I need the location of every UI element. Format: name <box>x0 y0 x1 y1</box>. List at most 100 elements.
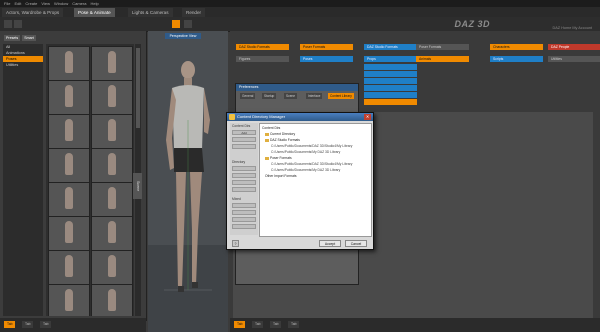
tool-button[interactable] <box>4 20 12 28</box>
active-tool-button[interactable] <box>172 20 180 28</box>
pose-thumbnail[interactable]: Female Pose 14 <box>91 284 133 316</box>
pose-thumbnail[interactable]: Female Pose 3 <box>48 114 90 152</box>
category-chip[interactable] <box>364 92 417 98</box>
room-tab[interactable]: Pose & Animate <box>74 8 115 17</box>
directory-action-button[interactable] <box>232 203 256 208</box>
category-chip[interactable]: DAZ Studio Formats <box>364 44 417 50</box>
preferences-tab[interactable]: Interface <box>306 93 323 99</box>
directory-tree-row[interactable]: Content Dirs <box>262 126 280 131</box>
pose-thumbnail[interactable]: Female Pose 7 <box>48 182 90 220</box>
pose-thumbnail[interactable]: Female Pose 1 <box>48 80 90 118</box>
camera-selector[interactable]: Perspective View <box>165 33 201 39</box>
account-links[interactable]: DAZ Home My Account <box>553 26 592 30</box>
preferences-tab[interactable]: Content Library <box>328 93 354 99</box>
directory-action-button[interactable] <box>232 187 256 192</box>
tool-button[interactable] <box>14 20 22 28</box>
category-tree[interactable]: All Animations Poses Utilities <box>3 44 43 316</box>
directory-action-button[interactable] <box>232 166 256 171</box>
pose-thumbnail[interactable]: Female Arms Up <box>48 46 90 84</box>
directory-tree-row[interactable]: Poser Formats <box>265 156 292 161</box>
menu-item[interactable]: Camera <box>72 0 86 7</box>
room-tab[interactable]: Actors, Wardrobe & Props <box>2 8 64 17</box>
category-chip[interactable] <box>364 99 417 105</box>
pose-thumbnails[interactable]: Female Arms UpFemale StandFemale Pose 1F… <box>46 44 134 316</box>
bottom-tab[interactable]: Tab <box>252 321 264 328</box>
preferences-tab[interactable]: Scene <box>284 93 298 99</box>
directory-action-button[interactable] <box>232 217 256 222</box>
pose-thumbnail[interactable]: Female Pose 11 <box>48 250 90 288</box>
pose-thumbnail[interactable]: Female Pose 6 <box>91 148 133 186</box>
directory-action-button[interactable] <box>232 224 256 229</box>
directory-action-button[interactable] <box>232 144 256 149</box>
pose-thumbnail[interactable]: Female Pose 13 <box>48 284 90 316</box>
dialog-titlebar[interactable]: Content Directory Manager ✕ <box>227 113 373 121</box>
room-tab[interactable]: Render <box>182 8 206 17</box>
menu-item[interactable]: Window <box>54 0 68 7</box>
scene-side-tab[interactable]: Scene <box>133 173 142 199</box>
directory-action-button[interactable] <box>232 210 256 215</box>
directory-action-button[interactable] <box>232 137 256 142</box>
toolbar: DAZ 3D DAZ Home My Account <box>0 17 600 32</box>
category-chip[interactable]: Poser Formats <box>416 44 469 50</box>
room-tab[interactable]: Lights & Cameras <box>128 8 173 17</box>
help-button[interactable]: ? <box>232 240 239 247</box>
pose-thumbnail[interactable]: Female Pose 9 <box>48 216 90 254</box>
directory-tree-row[interactable]: C:/Users/Public/Documents/DAZ 3D/Studio4… <box>271 162 352 167</box>
tool-button[interactable] <box>184 20 192 28</box>
pose-thumbnail[interactable]: Female Pose 5 <box>48 148 90 186</box>
section-label: Mixed <box>232 197 241 201</box>
directory-action-button[interactable] <box>232 180 256 185</box>
pose-thumbnail[interactable]: Female Stand <box>91 46 133 84</box>
3d-female-figure[interactable] <box>162 60 214 310</box>
menu-item[interactable]: View <box>41 0 50 7</box>
library-tab[interactable]: Smart <box>22 35 36 41</box>
library-tabs[interactable]: Presets Smart <box>4 35 64 41</box>
close-icon[interactable]: ✕ <box>364 114 371 120</box>
directory-tree-row[interactable]: C:/Users/Public/Documents/My DAZ 3D Libr… <box>271 150 340 155</box>
library-tab[interactable]: Presets <box>4 35 21 41</box>
bottom-tab[interactable]: Tab <box>40 321 52 328</box>
directory-action-button[interactable] <box>232 173 256 178</box>
category-chip[interactable]: Utilities <box>548 56 600 62</box>
pose-preview <box>108 51 116 73</box>
menu-item[interactable]: Create <box>25 0 37 7</box>
category-chip[interactable]: Animals <box>416 56 469 62</box>
category-chip[interactable]: Characters <box>490 44 543 50</box>
pose-thumbnail[interactable]: Female Pose 4 <box>91 114 133 152</box>
directory-action-button[interactable]: Add <box>232 130 256 135</box>
menu-item[interactable]: Edit <box>14 0 21 7</box>
category-chip[interactable]: Figures <box>236 56 289 62</box>
pose-thumbnail[interactable]: Female Pose 12 <box>91 250 133 288</box>
pose-thumbnail[interactable]: Female Pose 8 <box>91 182 133 220</box>
category-chip[interactable] <box>364 85 417 91</box>
pose-thumbnail[interactable]: Female Pose 10 <box>91 216 133 254</box>
category-chip[interactable]: Poser Formats <box>300 44 353 50</box>
tree-item[interactable]: Utilities <box>3 62 43 68</box>
bottom-tab[interactable]: Tab <box>4 321 16 328</box>
directory-tree-row[interactable]: Other Import Formats <box>265 174 297 179</box>
accept-button[interactable]: Accept <box>319 240 341 247</box>
menu-item[interactable]: File <box>4 0 10 7</box>
pose-thumbnail[interactable]: Female Pose 2 <box>91 80 133 118</box>
category-chip[interactable]: DAZ People <box>548 44 600 50</box>
category-chip[interactable] <box>364 71 417 77</box>
category-chip[interactable]: DAZ Studio Formats <box>236 44 289 50</box>
category-chip[interactable]: Poses <box>300 56 353 62</box>
category-chip[interactable] <box>364 64 417 70</box>
category-chip[interactable] <box>364 78 417 84</box>
bottom-tab[interactable]: Tab <box>288 321 300 328</box>
directory-tree-row[interactable]: C:/Users/Public/Documents/DAZ 3D/Studio4… <box>271 144 352 149</box>
bottom-tab[interactable]: Tab <box>234 321 246 328</box>
category-chip[interactable]: Scripts <box>490 56 543 62</box>
cancel-button[interactable]: Cancel <box>345 240 367 247</box>
directory-tree-row[interactable]: C:/Users/Public/Documents/My DAZ 3D Libr… <box>271 168 340 173</box>
directory-tree-row[interactable]: Current Directory <box>265 132 295 137</box>
menu-item[interactable]: Help <box>90 0 98 7</box>
category-chip[interactable]: Props <box>364 56 417 62</box>
preferences-tab[interactable]: General <box>240 93 256 99</box>
preferences-tab[interactable]: Startup <box>262 93 277 99</box>
directory-tree[interactable]: Content Dirs Current Directory DAZ Studio … <box>259 123 372 237</box>
directory-tree-row[interactable]: DAZ Studio Formats <box>265 138 300 143</box>
bottom-tab[interactable]: Tab <box>270 321 282 328</box>
bottom-tab[interactable]: Tab <box>22 321 34 328</box>
